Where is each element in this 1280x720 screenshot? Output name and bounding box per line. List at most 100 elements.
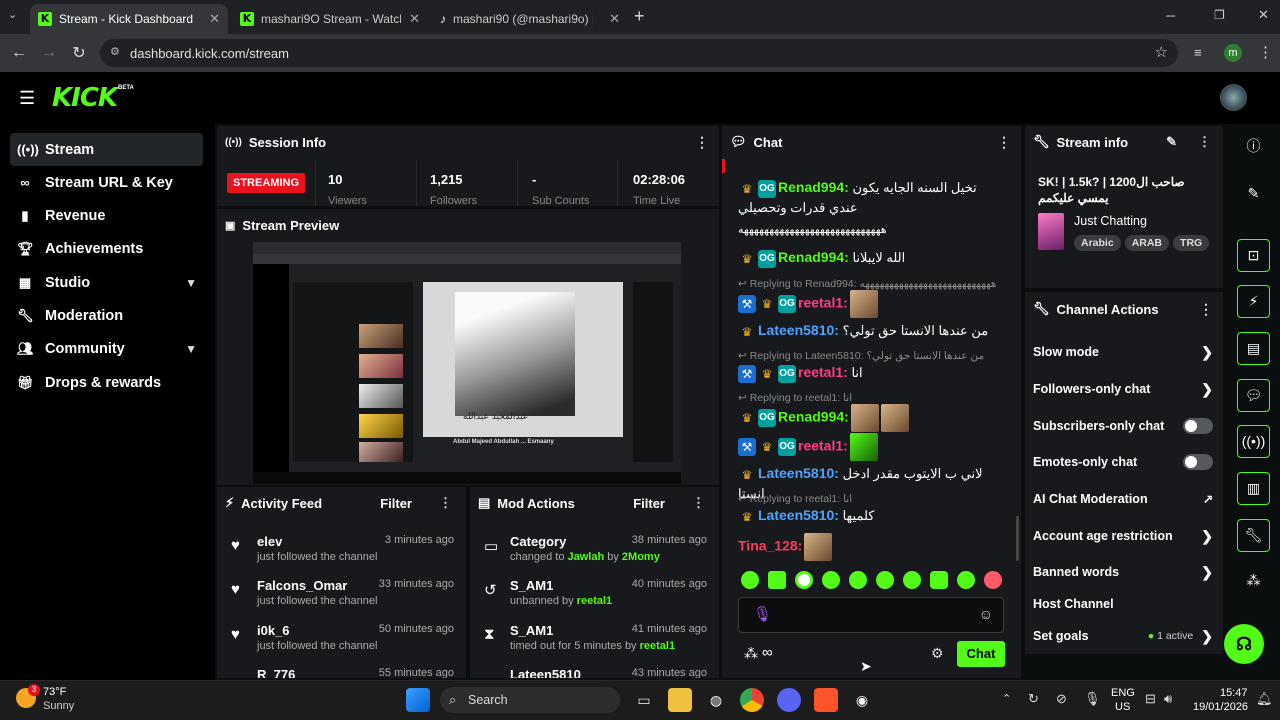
weather-temp[interactable]: 73°F [43, 686, 66, 698]
tag-chip[interactable]: TRG [1173, 235, 1210, 251]
chat-input[interactable]: 🎙︎ ☺ [738, 597, 1004, 633]
user-avatar[interactable] [1220, 84, 1247, 111]
chat-scrollbar[interactable] [1016, 516, 1019, 561]
lightning-icon[interactable]: ⚡︎ [1237, 285, 1270, 318]
microphone-icon[interactable]: 🎙︎ [1084, 691, 1101, 707]
sidebar-item-moderation[interactable]: 🔧︎ Moderation [10, 299, 203, 332]
minimize-icon[interactable]: ─ [1166, 8, 1175, 23]
kick-points-icon[interactable]: ⁂ [1237, 565, 1270, 598]
chat-username[interactable]: Renad994 [778, 408, 844, 424]
chat-username[interactable]: Lateen5810 [758, 507, 834, 523]
restore-icon[interactable]: ❐ [1214, 8, 1225, 22]
slow-mode-row[interactable]: Slow mode ❯ [1033, 340, 1213, 364]
mod-action-target[interactable]: S_AM1 [510, 623, 553, 638]
emoji-icon[interactable]: ☺ [979, 606, 993, 622]
tab-kick-stream[interactable]: K mashari9O Stream - Watch Live ✕ [232, 4, 428, 34]
chat-bubble-icon[interactable]: 💬︎ [1237, 379, 1270, 412]
support-headset-icon[interactable]: ☊ [1224, 624, 1264, 664]
chat-username[interactable]: reetal1 [798, 294, 843, 310]
site-info-icon[interactable]: ⚙ [110, 45, 120, 58]
close-tab-icon[interactable]: ✕ [209, 11, 220, 27]
windows-start-icon[interactable] [406, 688, 430, 712]
back-icon[interactable]: ← [4, 44, 34, 62]
chat-username[interactable]: reetal1 [798, 437, 843, 453]
chat-username[interactable]: Renad994 [778, 249, 844, 265]
emote-quick-icon[interactable] [984, 571, 1002, 589]
emote-quick-icon[interactable] [768, 571, 786, 589]
sidebar-item-achievements[interactable]: 🏆︎ Achievements [10, 232, 203, 265]
discord-icon[interactable] [777, 688, 801, 712]
more-options-icon[interactable]: ⋮ [997, 134, 1011, 151]
chat-username[interactable]: reetal1 [798, 364, 843, 380]
kick-points-icon[interactable]: ⁂ [744, 645, 758, 662]
reload-icon[interactable]: ↻ [64, 43, 94, 63]
emote-quick-icon[interactable] [930, 571, 948, 589]
obs-icon[interactable]: ◉ [850, 688, 874, 712]
followers-only-row[interactable]: Followers-only chat ❯ [1033, 377, 1213, 401]
ai-moderation-row[interactable]: AI Chat Moderation ↗ [1033, 487, 1213, 511]
edit-pencil-icon[interactable]: ✎ [1237, 178, 1270, 211]
url-field[interactable]: ⚙ dashboard.kick.com/stream ☆ [100, 39, 1178, 67]
sync-icon[interactable]: ↻ [1028, 691, 1039, 707]
bookmark-star-icon[interactable]: ☆ [1155, 43, 1168, 61]
sidebar-item-stream[interactable]: ((•)) Stream [10, 133, 203, 166]
emote-quick-icon[interactable] [876, 571, 894, 589]
send-chat-button[interactable]: Chat [957, 641, 1005, 667]
account-age-row[interactable]: Account age restriction ❯ [1033, 524, 1213, 548]
chat-username[interactable]: Lateen5810 [758, 465, 834, 481]
layout-icon[interactable]: ▥ [1237, 472, 1270, 505]
chat-username[interactable]: Renad994 [778, 179, 844, 195]
forward-icon[interactable]: → [34, 44, 64, 62]
sidebar-item-community[interactable]: 👥︎ Community ▼ [10, 332, 203, 365]
sidebar-item-revenue[interactable]: ▮ Revenue [10, 199, 203, 232]
kick-logo[interactable]: KICK [52, 83, 118, 113]
category-thumbnail[interactable] [1038, 213, 1064, 250]
emote-quick-icon[interactable] [822, 571, 840, 589]
close-window-icon[interactable]: ✕ [1258, 7, 1269, 23]
scan-icon[interactable]: ⊡ [1237, 239, 1270, 272]
tag-chip[interactable]: Arabic [1074, 235, 1121, 251]
chevron-up-icon[interactable]: ⌃ [1002, 692, 1011, 705]
wrench-icon[interactable]: 🔧︎ [1237, 519, 1270, 552]
close-tab-icon[interactable]: ✕ [409, 11, 420, 27]
more-options-icon[interactable]: ⋮ [695, 134, 709, 151]
file-explorer-icon[interactable] [668, 688, 692, 712]
media-control-icon[interactable]: ≡ [1194, 45, 1202, 60]
preview-video[interactable]: عبدالمجيد عبدالله Abdul Majeed Abdullah … [253, 242, 681, 484]
emote-quick-icon[interactable] [741, 571, 759, 589]
clock-time[interactable]: 15:47 [1220, 687, 1248, 699]
more-options-icon[interactable]: ⋮ [692, 495, 705, 511]
chat-username[interactable]: Tina_128 [738, 537, 798, 553]
more-options-icon[interactable]: ⋮ [1198, 134, 1211, 150]
more-options-icon[interactable]: ⋮ [1199, 301, 1213, 318]
sidebar-item-drops[interactable]: 🎁︎ Drops & rewards [10, 366, 203, 399]
emote-quick-icon[interactable] [849, 571, 867, 589]
tab-tiktok[interactable]: ♪ mashari90 (@mashari9o) | TikTok ✕ [432, 4, 628, 34]
sidebar-item-stream-url[interactable]: ∞ Stream URL & Key [10, 166, 203, 199]
emote-quick-icon[interactable] [903, 571, 921, 589]
volume-icon[interactable]: 🔊︎ [1164, 691, 1172, 707]
mod-action-target[interactable]: Lateen5810 [510, 667, 581, 678]
emote-quick-icon[interactable] [957, 571, 975, 589]
banned-words-row[interactable]: Banned words ❯ [1033, 560, 1213, 584]
browser-menu-icon[interactable]: ⋮ [1258, 43, 1273, 61]
chrome-icon[interactable] [740, 688, 764, 712]
subscribers-only-toggle[interactable] [1183, 418, 1213, 434]
activity-user[interactable]: R_776 [257, 667, 295, 678]
info-icon[interactable]: ⓘ [1237, 131, 1270, 164]
new-tab-icon[interactable]: + [634, 6, 645, 27]
brave-icon[interactable] [814, 688, 838, 712]
broadcast-icon[interactable]: ((•)) [1237, 425, 1270, 458]
app-icon[interactable]: ◍ [704, 688, 728, 712]
network-icon[interactable]: ⊟ [1145, 691, 1156, 707]
host-channel-row[interactable]: Host Channel [1033, 592, 1213, 616]
edit-pencil-icon[interactable]: ✎ [1166, 134, 1177, 150]
tag-chip[interactable]: ARAB [1124, 235, 1170, 251]
notification-bell-icon[interactable]: 🔔︎ [1256, 691, 1273, 707]
close-tab-icon[interactable]: ✕ [609, 11, 620, 27]
task-view-icon[interactable]: ▭ [632, 688, 656, 712]
taskbar-search[interactable]: ⌕ Search [440, 687, 620, 713]
tab-search-icon[interactable]: ⌄ [8, 8, 17, 21]
chat-username[interactable]: Lateen5810 [758, 322, 834, 338]
set-goals-row[interactable]: Set goals ● 1 active ❯ [1033, 624, 1213, 648]
